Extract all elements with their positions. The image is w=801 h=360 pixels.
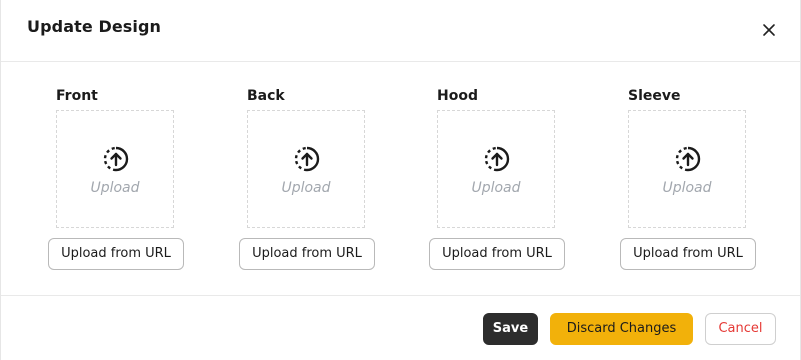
upload-from-url-button-front[interactable]: Upload from URL	[48, 238, 184, 270]
slot-label: Front	[56, 88, 98, 104]
slot-label: Sleeve	[628, 88, 681, 104]
upload-icon	[103, 146, 129, 172]
upload-icon	[484, 146, 510, 172]
upload-placeholder-text: Upload	[281, 180, 331, 196]
cancel-button[interactable]: Cancel	[705, 313, 776, 345]
dialog-footer: Save Discard Changes Cancel	[1, 295, 800, 360]
close-icon	[763, 24, 775, 36]
upload-dropzone-hood[interactable]: Upload	[437, 110, 555, 228]
upload-dropzone-back[interactable]: Upload	[247, 110, 365, 228]
discard-changes-button[interactable]: Discard Changes	[550, 313, 693, 345]
upload-from-url-button-back[interactable]: Upload from URL	[239, 238, 375, 270]
upload-icon	[294, 146, 320, 172]
upload-placeholder-text: Upload	[90, 180, 140, 196]
upload-from-url-button-hood[interactable]: Upload from URL	[429, 238, 565, 270]
upload-dropzone-sleeve[interactable]: Upload	[628, 110, 746, 228]
slot-label: Hood	[437, 88, 478, 104]
dialog-title: Update Design	[27, 17, 162, 36]
close-button[interactable]	[759, 20, 779, 40]
dialog-header: Update Design	[1, 0, 800, 62]
upload-dropzone-front[interactable]: Upload	[56, 110, 174, 228]
upload-placeholder-text: Upload	[471, 180, 521, 196]
slot-label: Back	[247, 88, 285, 104]
upload-icon	[675, 146, 701, 172]
upload-from-url-button-sleeve[interactable]: Upload from URL	[620, 238, 756, 270]
update-design-dialog: Update Design Front Upload Upload from U…	[0, 0, 801, 360]
upload-placeholder-text: Upload	[662, 180, 712, 196]
save-button[interactable]: Save	[483, 313, 538, 345]
